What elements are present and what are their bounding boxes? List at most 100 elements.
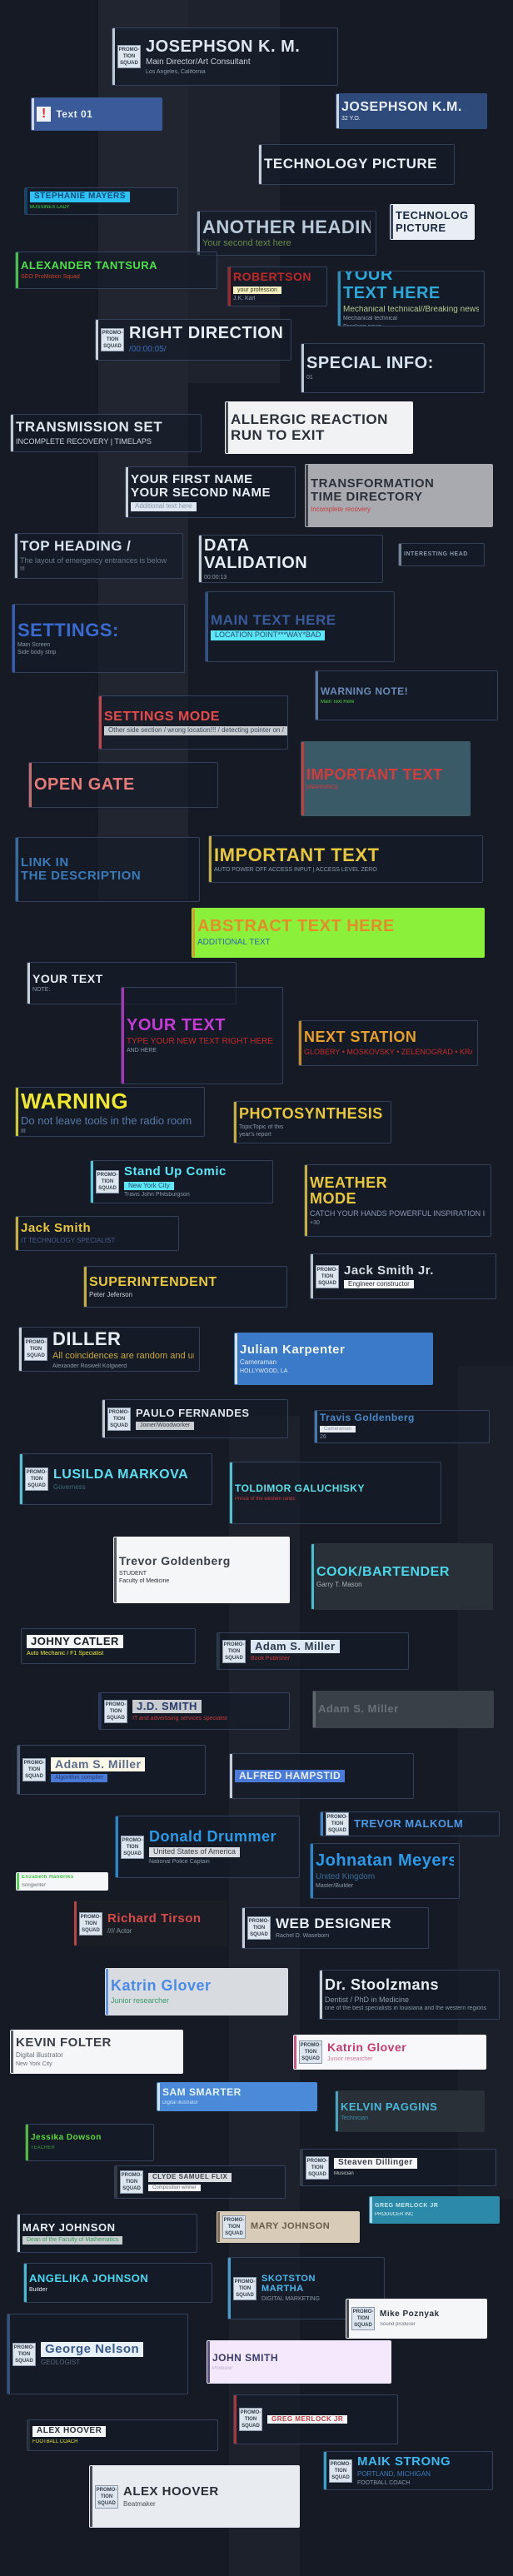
lower-third-card[interactable]: Julian Karpenter Cameraman HOLLYWOOD, LA: [234, 1333, 433, 1385]
lower-third-card[interactable]: PROMO-TION SQUAD JOSEPHSON K. M. Main Dire…: [112, 27, 338, 86]
lower-third-card[interactable]: ALEX HOOVER FOOTBALL COACH: [27, 2419, 218, 2451]
lower-third-text: JOHN SMITH Producer: [212, 2353, 386, 2371]
lower-third-card[interactable]: PROMO-TION SQUAD LUSILDA MARKOVA Governess: [19, 1453, 212, 1505]
lower-third-title: Jack Smith: [21, 1222, 92, 1236]
lower-third-card[interactable]: STEPHANIE MAYERS BUSSINES LADY: [24, 187, 178, 215]
lower-third-card[interactable]: YOUR TEXT TYPE YOUR NEW TEXT RIGHT HERE AN…: [121, 987, 283, 1084]
lower-third-card[interactable]: PHOTOSYNTHESIS TopicTopic of this year's r…: [233, 1101, 391, 1144]
lower-third-card[interactable]: GREG MERLOCK JR PRODUCER INC: [369, 2196, 500, 2224]
lower-third-card[interactable]: TOLDIMOR GALUCHISKY Prince of the western…: [229, 1462, 441, 1524]
lower-third-card[interactable]: Katrin Glover Junior researcher: [105, 1968, 288, 2015]
lower-third-card[interactable]: ALEXANDER TANTSURA SEO ProMotion Squad: [15, 252, 217, 289]
lower-third-card[interactable]: PROMO-TION SQUAD Stand Up Comic New York C…: [90, 1160, 273, 1203]
lower-third-card[interactable]: INTERESTING HEAD: [398, 543, 485, 566]
lower-third-card[interactable]: KEVIN FOLTER Digital illustrator New York …: [10, 2030, 183, 2074]
lower-third-card[interactable]: PROMO-TION SQUAD George Nelson GEOLOGIST: [7, 2314, 188, 2394]
lower-third-card[interactable]: MAIN TEXT HERE LOCATION POINT***WAY*BAD: [205, 591, 395, 662]
lower-third-card[interactable]: Elizabeth Handriks Songwriter: [16, 1872, 108, 1891]
lower-third-card[interactable]: PROMO-TION SQUAD Adam S. Miller Book Publi…: [217, 1632, 409, 1670]
lower-third-card[interactable]: ALLERGIC REACTION RUN TO EXIT: [225, 401, 413, 454]
lower-third-title: Katrin Glover: [111, 1978, 212, 1995]
lower-third-card[interactable]: MARY JOHNSON Dean of the Faculty of Mathe…: [17, 2214, 197, 2253]
lower-third-card[interactable]: IMPORTANT TEXT AUTO POWER OFF ACCESS INPU…: [208, 835, 483, 883]
lower-third-subtitle: Technician: [341, 2115, 369, 2121]
lower-third-caption: AND HERE: [127, 1048, 157, 1054]
lower-third-card[interactable]: PROMO-TION SQUAD MAIK STRONG PORTLAND, MIC…: [323, 2451, 493, 2490]
lower-third-card[interactable]: PROMO-TION SQUAD GREG MERLOCK JR: [233, 2394, 398, 2444]
lower-third-card[interactable]: PROMO-TION SQUAD CLYDE SAMUEL FLIX Composi…: [114, 2165, 286, 2199]
lower-third-card[interactable]: PROMO-TION SQUAD TREVOR MALKOLM: [320, 1811, 500, 1836]
lower-third-text: COOK/BARTENDER Garry T. Mason: [316, 1565, 487, 1589]
lower-third-text: MARY JOHNSON: [251, 2222, 354, 2232]
lower-third-card[interactable]: Johnatan Meyers United Kingdom Master/Buil…: [310, 1843, 460, 1899]
lower-third-card[interactable]: Trevor Goldenberg STUDENT Faculty of Medic…: [113, 1537, 290, 1603]
lower-third-title: GREG MERLOCK JR: [375, 2202, 439, 2209]
lower-third-card[interactable]: SAM SMARTER Digital illustrator: [157, 2082, 317, 2111]
lower-third-card[interactable]: WARNING Do not leave tools in the radio r…: [15, 1087, 205, 1137]
lower-third-card[interactable]: ANGELIKA JOHNSON Builder: [23, 2263, 212, 2303]
lower-third-card[interactable]: TRANSFORMATION TIME DIRECTORY Incomplete r…: [305, 464, 493, 527]
lower-third-card[interactable]: SPECIAL INFO: 01: [301, 343, 485, 393]
lower-third-card[interactable]: PROMO-TION SQUAD DILLER All coincidences a…: [18, 1327, 200, 1372]
lower-third-card[interactable]: WARNING NOTE! Main Text Here: [315, 670, 498, 720]
lower-third-card[interactable]: SUPERINTENDENT Peter Jeferson: [83, 1266, 287, 1308]
lower-third-card[interactable]: TRANSMISSION SET INCOMPLETE RECOVERY | TI…: [10, 414, 202, 452]
lower-third-card[interactable]: IMPORTANT TEXT [WARNING]: [301, 741, 471, 816]
lower-third-caption: Main Screen: [17, 641, 51, 648]
lower-third-card[interactable]: TECHNOLOGY PICTURE: [390, 204, 475, 240]
lower-third-card[interactable]: COOK/BARTENDER Garry T. Mason: [311, 1543, 493, 1610]
lower-third-subtitle: All coincidences are random and undeniab…: [52, 1351, 194, 1361]
lower-third-card[interactable]: PROMO-TION SQUAD MARY JOHNSON: [217, 2211, 360, 2243]
lower-third-card[interactable]: YOUR FIRST NAME YOUR SECOND NAME Additiona…: [125, 466, 296, 518]
lower-third-card[interactable]: ANOTHER HEADING Your second text here: [197, 211, 376, 256]
lower-third-title: Mike Poznyak: [380, 2309, 440, 2319]
lower-third-card[interactable]: Travis Goldenberg Cameraman 26: [314, 1410, 490, 1443]
lower-third-card[interactable]: WEATHER MODE CATCH YOUR HANDS POWERFUL INS…: [304, 1164, 491, 1237]
lower-third-card[interactable]: DATA VALIDATION 00:00:13: [198, 535, 383, 583]
lower-third-card[interactable]: PROMO-TION SQUAD Jack Smith Jr. Engineer c…: [310, 1253, 496, 1299]
lower-third-card[interactable]: PROMO-TION SQUAD J.D. SMITH IT and adverti…: [98, 1692, 290, 1730]
lower-third-card[interactable]: PROMO-TION SQUAD ALEX HOOVER Beatmaker: [89, 2465, 300, 2528]
lower-third-card[interactable]: PROMO-TION SQUAD Adam S. Miller Algorithm …: [17, 1745, 206, 1795]
lower-third-subtitle: Governess: [53, 1483, 86, 1491]
lower-third-card[interactable]: Jessika Dowson TEACHER: [25, 2124, 154, 2161]
lower-third-card[interactable]: SETTINGS MODE Other side section / wrong …: [98, 695, 288, 750]
lower-third-card[interactable]: PROMO-TION SQUAD Steaven Dillinger Musicia…: [300, 2149, 496, 2186]
lower-third-card[interactable]: PROMO-TION SQUAD WEB DESIGNER Rachel D. Wa…: [242, 1907, 429, 1949]
lower-third-subtitle: Garry T. Mason: [316, 1581, 362, 1588]
lower-third-card[interactable]: Jack Smith IT TECHNOLOGY SPECIALIST: [15, 1216, 179, 1251]
lower-third-card[interactable]: PROMO-TION SQUAD Katrin Glover Junior rese…: [293, 2035, 486, 2070]
lower-third-card[interactable]: ROBERTSON your profession J.K. Karl: [227, 267, 327, 306]
lower-third-card[interactable]: JOHNY CATLER Auto Mechanic / F1 Specialis…: [21, 1628, 196, 1664]
lower-third-card[interactable]: JOSEPHSON K.M. 32 Y.O.: [336, 93, 487, 129]
lower-third-card[interactable]: TOP HEADING / The layout of emergency ent…: [14, 533, 183, 579]
lower-third-card[interactable]: ! Text 01: [31, 97, 162, 131]
lower-third-card[interactable]: KELVIN PAGGINS Technician: [335, 2090, 485, 2132]
lower-third-card[interactable]: ALFRED HAMPSTID: [229, 1753, 414, 1799]
lower-third-card[interactable]: TECHNOLOGY PICTURE: [258, 144, 455, 185]
lower-third-caption: Mechanical technical: [343, 316, 397, 322]
lower-third-card[interactable]: PROMO-TION SQUAD Richard Tirson//// Actor: [73, 1901, 227, 1946]
lower-third-caption: HOLLYWOOD, LA: [240, 1368, 288, 1374]
lower-third-card[interactable]: SETTINGS: Main Screen Side body strip: [12, 604, 185, 673]
lower-third-caption: 32 Y.O.: [341, 116, 361, 122]
lower-third-card[interactable]: YOUR TEXT HERE Mechanical technical//Break…: [337, 271, 485, 326]
lower-third-card[interactable]: OPEN GATE: [28, 762, 218, 808]
lower-third-card[interactable]: ABSTRACT TEXT HERE ADDITIONAL TEXT: [192, 908, 485, 958]
lower-third-title: MAIK STRONG: [357, 2454, 451, 2469]
lower-third-card[interactable]: PROMO-TION SQUAD Donald Drummer United Sta…: [115, 1816, 300, 1878]
lower-third-card[interactable]: Adam S. Miller: [312, 1691, 494, 1728]
lower-third-title: RIGHT DIRECTION: [129, 325, 284, 343]
lower-third-card[interactable]: PROMO-TION SQUAD RIGHT DIRECTION/00:00:05…: [95, 319, 291, 361]
lower-third-card[interactable]: LINK IN THE DESCRIPTION: [15, 837, 200, 902]
lower-third-subtitle: BUSSINES LADY: [30, 205, 70, 211]
lower-third-text: JOSEPHSON K.M. 32 Y.O.: [341, 100, 481, 122]
lower-third-card[interactable]: PROMO-TION SQUAD Mike Poznyak Sound produc…: [346, 2299, 487, 2339]
lower-third-text: MARY JOHNSON Dean of the Faculty of Mathe…: [22, 2222, 192, 2245]
lower-third-card[interactable]: Dr. Stoolzmans Dentist / PhD in Medicine o…: [319, 1970, 500, 2020]
lower-third-card[interactable]: NEXT STATION GLOBERY • MOSKOVSKY • ZELENO…: [298, 1020, 478, 1066]
lower-third-subtitle: Cameraman: [240, 1359, 277, 1366]
lower-third-card[interactable]: PROMO-TION SQUAD PAULO FERNANDES Joiner/Wo…: [102, 1399, 288, 1438]
lower-third-card[interactable]: JOHN SMITH Producer: [207, 2340, 391, 2384]
lower-third-subtitle: PORTLAND, MICHIGAN: [357, 2471, 431, 2478]
